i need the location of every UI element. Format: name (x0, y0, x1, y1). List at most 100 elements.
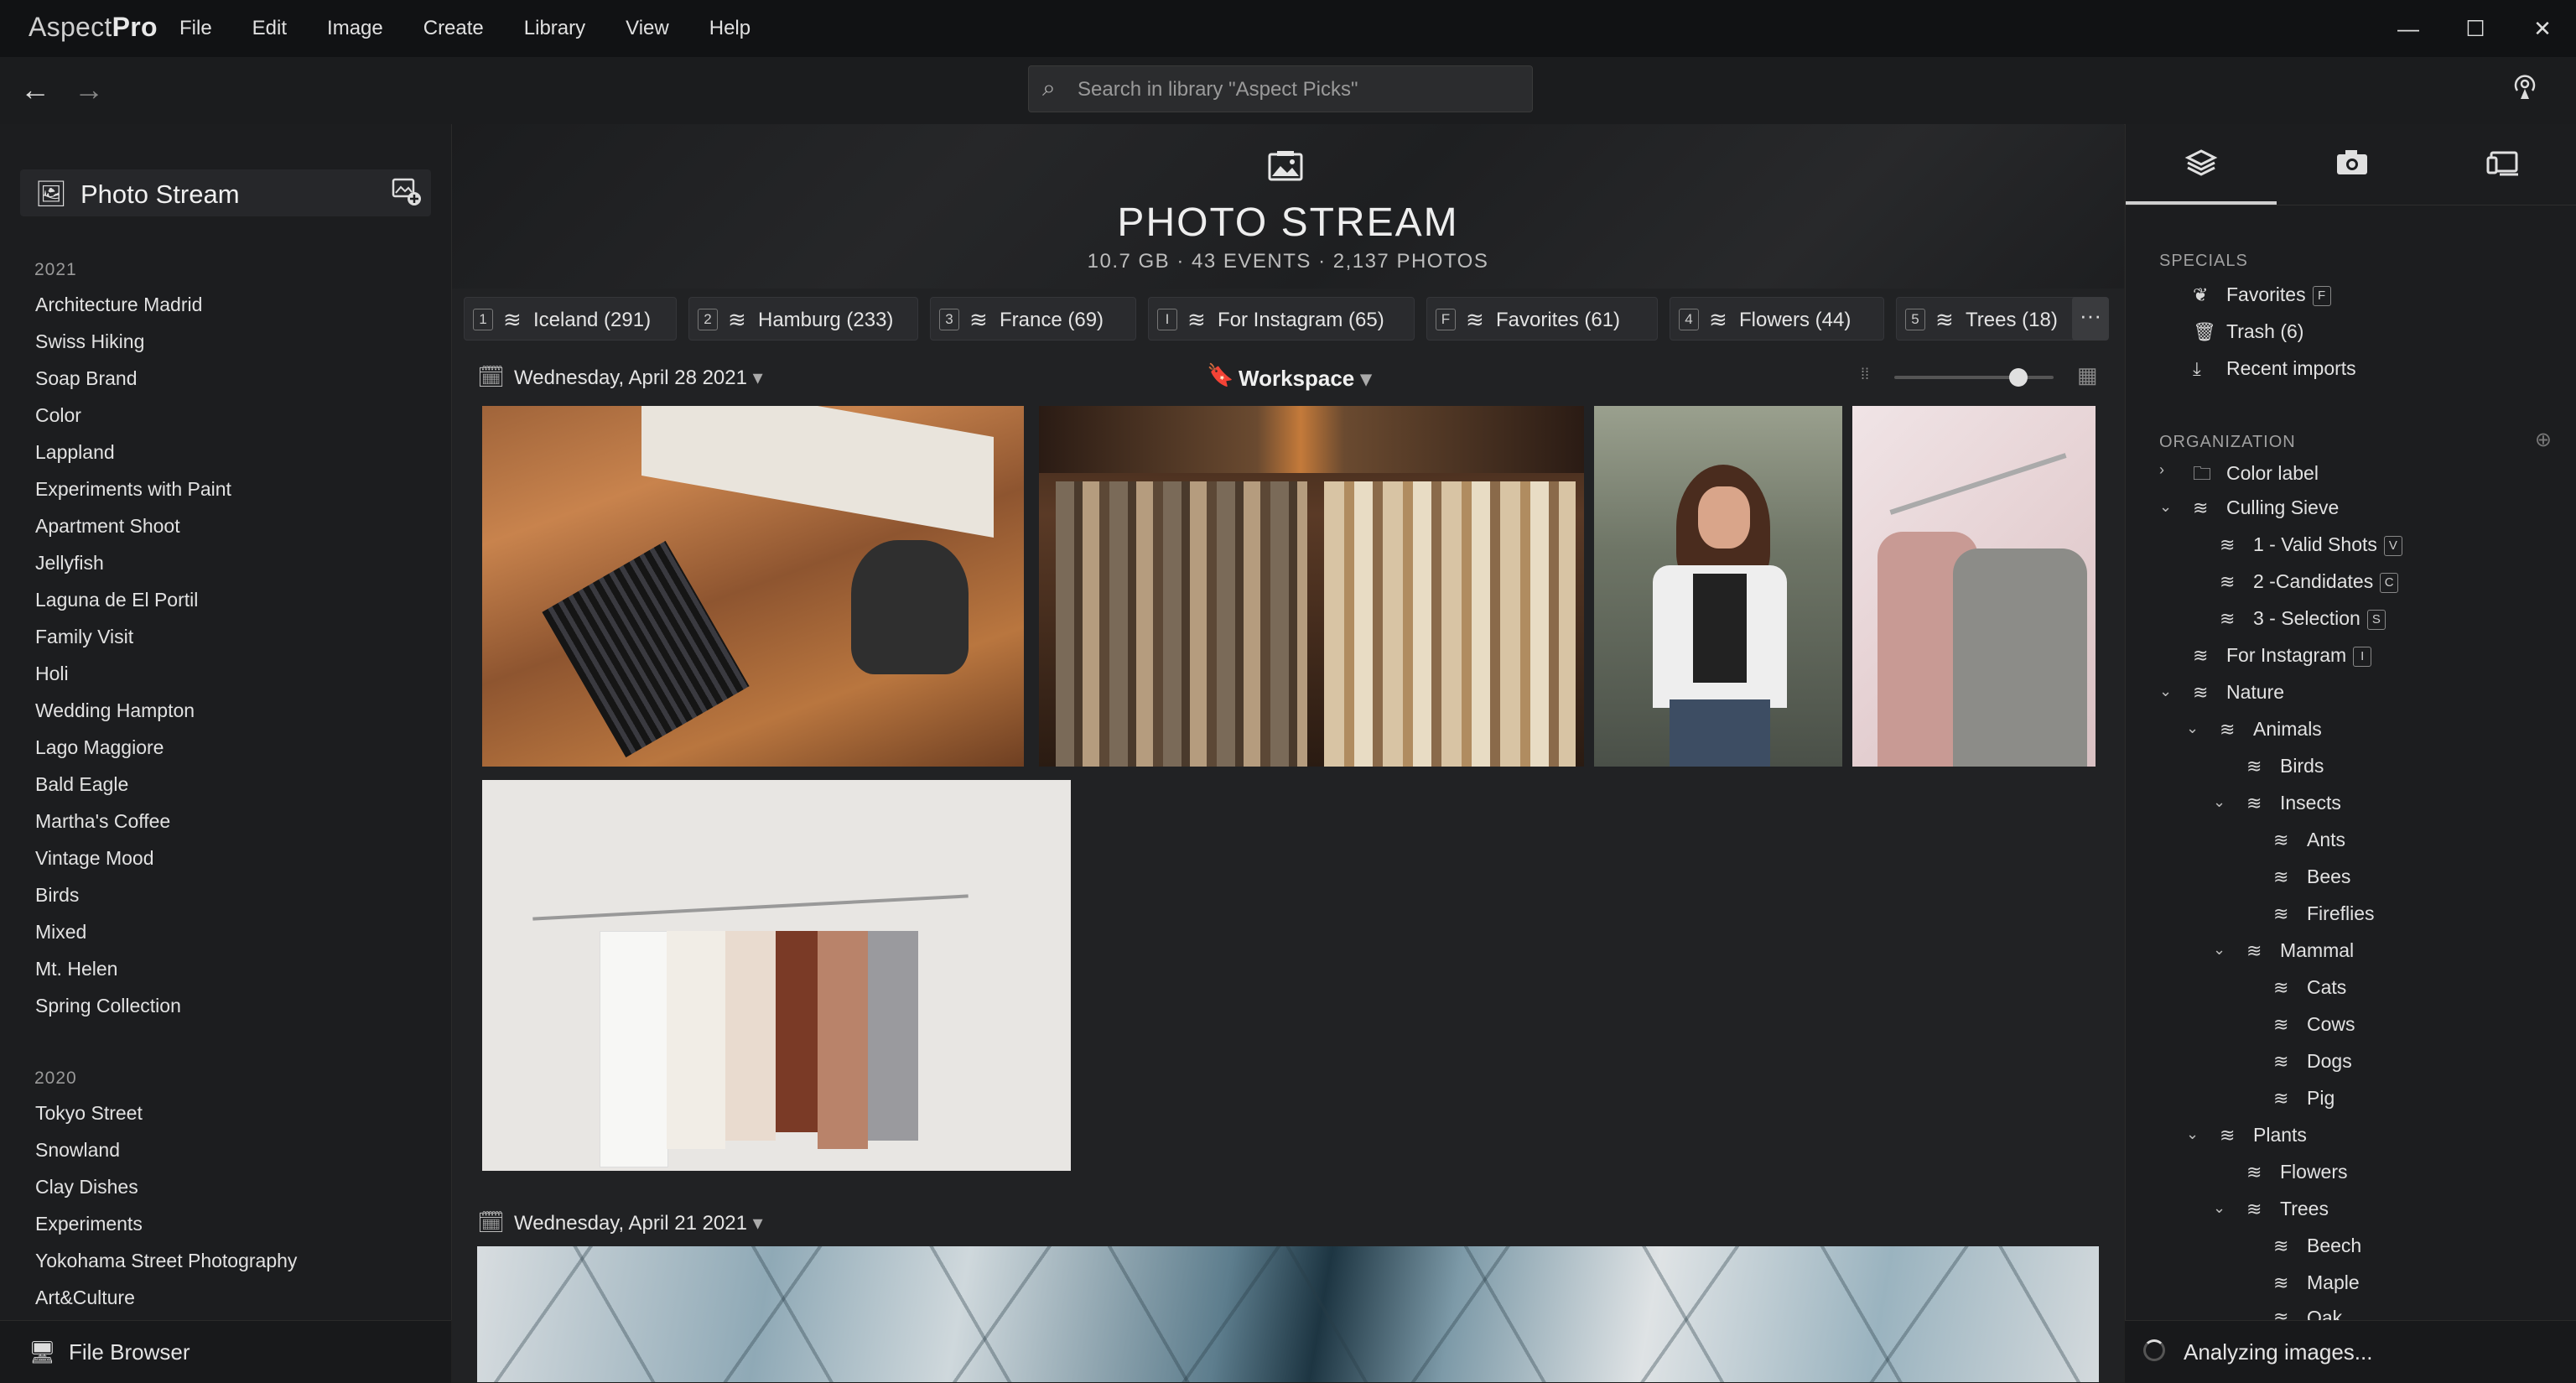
add-event-icon[interactable] (391, 176, 423, 215)
expand-caret[interactable]: › (2159, 461, 2164, 479)
photo-thumbnail[interactable] (482, 406, 1024, 767)
album-chip[interactable]: 2 ≋ Hamburg (233) (688, 297, 918, 341)
event-item[interactable]: Clay Dishes (35, 1176, 138, 1198)
event-item[interactable]: Experiments (35, 1213, 143, 1235)
special-favorites[interactable]: ❦ Favorites F (2193, 283, 2331, 306)
menu-image[interactable]: Image (327, 17, 383, 40)
more-albums-button[interactable]: ··· (2072, 297, 2109, 341)
slider-track[interactable] (1894, 376, 2054, 379)
event-item[interactable]: Holi (35, 663, 69, 685)
event-item[interactable]: Bald Eagle (35, 773, 128, 796)
album-chip[interactable]: F ≋ Favorites (61) (1426, 297, 1658, 341)
collapse-caret[interactable]: ⌄ (2159, 683, 2172, 700)
event-item[interactable]: Wedding Hampton (35, 699, 195, 722)
org-item-beech[interactable]: ≋ Beech (2273, 1235, 2361, 1257)
event-date-header[interactable]: 🗓 Wednesday, April 28 2021 ▾ (477, 361, 813, 394)
photo-thumbnail[interactable] (1039, 406, 1584, 767)
tab-camera[interactable] (2277, 146, 2428, 187)
org-item-birds[interactable]: ≋ Birds (2246, 755, 2324, 777)
org-item-insects[interactable]: ≋ Insects (2246, 792, 2341, 814)
org-item-maple[interactable]: ≋ Maple (2273, 1271, 2360, 1294)
photo-thumbnail[interactable] (1852, 406, 2096, 767)
event-item[interactable]: Birds (35, 884, 79, 907)
event-date-header[interactable]: 🗓 Wednesday, April 21 2021 ▾ (477, 1206, 813, 1240)
event-item[interactable]: Apartment Shoot (35, 515, 180, 538)
album-chip[interactable]: 1 ≋ Iceland (291) (464, 297, 677, 341)
org-item-trees[interactable]: ≋ Trees (2246, 1198, 2329, 1220)
event-item[interactable]: Color (35, 404, 81, 427)
event-item[interactable]: Mt. Helen (35, 958, 117, 980)
menu-help[interactable]: Help (709, 17, 750, 40)
org-item-nature[interactable]: ≋ Nature (2193, 681, 2284, 704)
org-item-ants[interactable]: ≋ Ants (2273, 829, 2345, 851)
event-item[interactable]: Mixed (35, 921, 86, 944)
org-item-cats[interactable]: ≋ Cats (2273, 976, 2346, 999)
org-item-oak[interactable]: ≋ Oak (2273, 1307, 2342, 1320)
collapse-caret[interactable]: ⌄ (2213, 793, 2225, 811)
event-item[interactable]: Art&Culture (35, 1287, 135, 1309)
tab-albums[interactable] (2126, 146, 2277, 187)
org-item-fireflies[interactable]: ≋ Fireflies (2273, 902, 2375, 925)
forward-button[interactable]: → (74, 72, 104, 107)
special-recent-imports[interactable]: ⤓ Recent imports (2193, 357, 2356, 380)
album-chip[interactable]: 4 ≋ Flowers (44) (1670, 297, 1884, 341)
tab-devices[interactable] (2428, 146, 2576, 187)
search-input[interactable]: ⌕ Search in library "Aspect Picks" (1028, 65, 1533, 112)
share-icon[interactable] (2511, 72, 2539, 107)
org-item-bees[interactable]: ≋ Bees (2273, 866, 2350, 888)
org-item-color-label[interactable]: 🗀 Color label (2193, 460, 2319, 491)
event-item[interactable]: Architecture Madrid (35, 294, 202, 316)
menu-view[interactable]: View (626, 17, 669, 40)
collapse-caret[interactable]: ⌄ (2213, 1199, 2225, 1217)
org-item-animals[interactable]: ≋ Animals (2220, 718, 2322, 741)
maximize-button[interactable]: ☐ (2442, 16, 2509, 42)
org-item-pig[interactable]: ≋ Pig (2273, 1087, 2334, 1110)
event-item[interactable]: Snowland (35, 1139, 120, 1162)
album-chip[interactable]: 3 ≋ France (69) (930, 297, 1136, 341)
event-item[interactable]: Laguna de El Portil (35, 589, 198, 611)
add-collection-icon[interactable]: ⊕ (2535, 428, 2552, 452)
org-item-flowers[interactable]: ≋ Flowers (2246, 1161, 2348, 1183)
menu-create[interactable]: Create (423, 17, 484, 40)
event-item[interactable]: Lappland (35, 441, 115, 464)
event-item[interactable]: Vintage Mood (35, 847, 154, 870)
org-item-selection[interactable]: ≋ 3 - Selection S (2220, 607, 2386, 630)
event-item[interactable]: Jellyfish (35, 552, 104, 575)
event-item[interactable]: Yokohama Street Photography (35, 1250, 297, 1272)
event-item[interactable]: Lago Maggiore (35, 736, 164, 759)
event-item[interactable]: Soap Brand (35, 367, 137, 390)
thumbnail-size-slider[interactable]: ⁞⁞ ▦ (1861, 362, 2104, 393)
photo-stream-button[interactable]: 🖼 Photo Stream (20, 169, 431, 216)
minimize-button[interactable]: — (2375, 16, 2442, 42)
collapse-caret[interactable]: ⌄ (2186, 720, 2199, 737)
event-item[interactable]: Tokyo Street (35, 1102, 143, 1125)
event-item[interactable]: Martha's Coffee (35, 810, 170, 833)
collapse-caret[interactable]: ⌄ (2186, 1126, 2199, 1143)
menu-edit[interactable]: Edit (252, 17, 287, 40)
org-item-mammal[interactable]: ≋ Mammal (2246, 939, 2354, 962)
collapse-caret[interactable]: ⌄ (2159, 498, 2172, 516)
org-item-cows[interactable]: ≋ Cows (2273, 1013, 2355, 1036)
event-item[interactable]: Swiss Hiking (35, 330, 144, 353)
album-chip[interactable]: 5 ≋ Trees (18) (1896, 297, 2094, 341)
collapse-caret[interactable]: ⌄ (2213, 941, 2225, 959)
album-chip[interactable]: I ≋ For Instagram (65) (1148, 297, 1415, 341)
event-item[interactable]: Experiments with Paint (35, 478, 231, 501)
org-item-candidates[interactable]: ≋ 2 -Candidates C (2220, 570, 2399, 593)
slider-handle[interactable] (2009, 368, 2028, 387)
org-item-for-instagram[interactable]: ≋ For Instagram I (2193, 644, 2372, 667)
org-item-dogs[interactable]: ≋ Dogs (2273, 1050, 2352, 1073)
menu-library[interactable]: Library (524, 17, 585, 40)
org-item-valid-shots[interactable]: ≋ 1 - Valid Shots V (2220, 533, 2402, 556)
org-item-plants[interactable]: ≋ Plants (2220, 1124, 2307, 1146)
close-button[interactable]: ✕ (2509, 16, 2576, 42)
file-browser-button[interactable]: 🖥 File Browser (0, 1320, 451, 1383)
special-trash[interactable]: 🗑 Trash (6) (2193, 320, 2303, 343)
event-cover-photo[interactable] (477, 1246, 2099, 1382)
back-button[interactable]: ← (20, 72, 50, 107)
org-item-culling-sieve[interactable]: ≋ Culling Sieve (2193, 497, 2339, 519)
photo-thumbnail[interactable] (482, 780, 1071, 1171)
event-item[interactable]: Family Visit (35, 626, 133, 648)
menu-file[interactable]: File (179, 17, 212, 40)
event-item[interactable]: Spring Collection (35, 995, 181, 1017)
